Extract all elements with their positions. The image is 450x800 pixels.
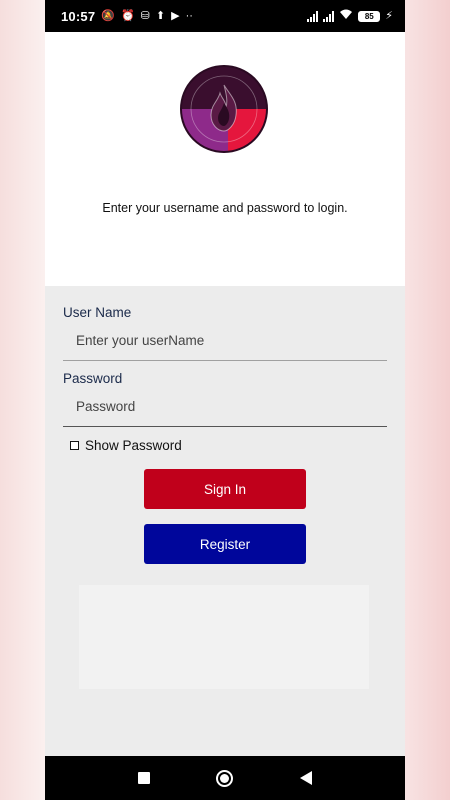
password-underline	[63, 426, 387, 427]
show-password-row[interactable]: Show Password	[70, 438, 182, 453]
system-nav-bar	[45, 756, 405, 800]
battery-icon: 85	[358, 10, 381, 22]
register-button[interactable]: Register	[144, 524, 306, 564]
phone-screen: 10:57 🔕 ⏰ ⛁ ⬆ ▶ ·· 85 ⚡ Enter your usern…	[45, 0, 405, 800]
signal-icon	[323, 10, 335, 22]
status-left: 10:57 🔕 ⏰ ⛁ ⬆ ▶ ··	[61, 9, 193, 24]
show-password-checkbox[interactable]	[70, 441, 79, 450]
sign-in-button[interactable]: Sign In	[144, 469, 306, 509]
username-input[interactable]	[63, 325, 387, 355]
signal-icon	[307, 10, 319, 22]
status-bar: 10:57 🔕 ⏰ ⛁ ⬆ ▶ ·· 85 ⚡	[45, 0, 405, 32]
home-circle-icon[interactable]	[216, 769, 234, 787]
bell-muted-icon: 🔕	[101, 9, 115, 22]
wifi-icon	[339, 9, 353, 23]
status-right: 85 ⚡	[307, 9, 393, 23]
password-input[interactable]	[63, 391, 153, 421]
username-underline	[63, 360, 387, 361]
password-label: Password	[63, 371, 123, 386]
login-instructions: Enter your username and password to logi…	[102, 201, 348, 215]
charging-bolt-icon: ⚡	[385, 9, 393, 22]
show-password-label[interactable]: Show Password	[85, 438, 182, 453]
alarm-icon: ⏰	[120, 9, 135, 22]
header-area: Enter your username and password to logi…	[45, 32, 405, 286]
upload-icon: ⬆	[155, 9, 166, 22]
login-form: User Name Password Show Password Sign In…	[45, 286, 405, 756]
recent-apps-square-icon[interactable]	[138, 772, 151, 784]
video-icon: ▶	[171, 9, 180, 22]
back-triangle-icon[interactable]	[299, 771, 312, 785]
username-label: User Name	[63, 305, 132, 320]
status-time: 10:57	[61, 8, 96, 24]
app-logo	[164, 64, 284, 154]
storage-icon: ⛁	[140, 9, 150, 22]
empty-content-panel	[79, 585, 369, 689]
more-dots-icon: ··	[185, 9, 193, 22]
